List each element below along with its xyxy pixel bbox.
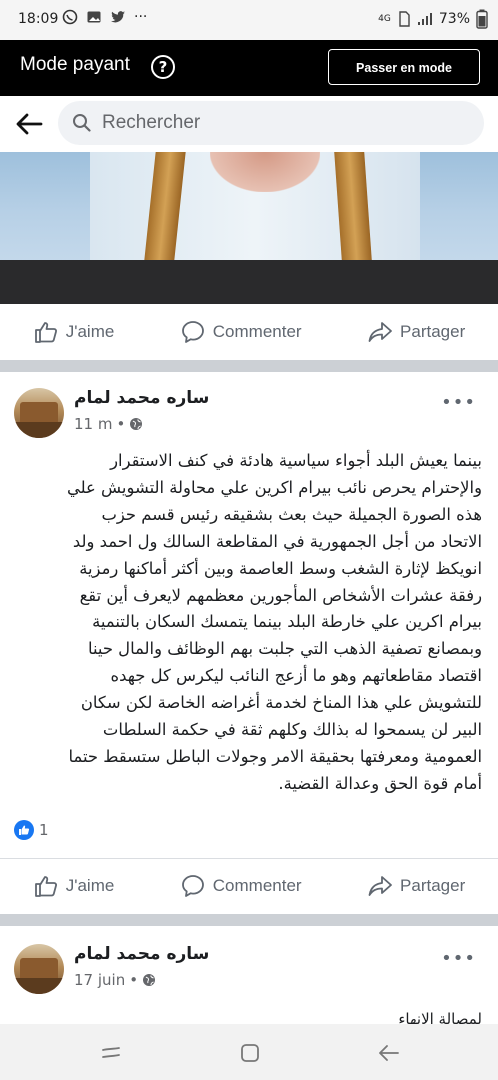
author-name[interactable]: ساره محمد لمام	[74, 388, 209, 408]
post-time[interactable]: 17 juin	[74, 971, 125, 989]
post-line: اقتصاد مقاطعاتهم وهو ما أزعج النائب ليكر…	[110, 666, 482, 686]
search-header: Rechercher	[0, 96, 498, 152]
post-line: أمام قوة الحق وعدالة القضية.	[278, 773, 482, 793]
post-meta: 11 m •	[74, 415, 143, 433]
post-line: بيرام اكرين علي خارطة البلد بينما يتمسك …	[92, 612, 482, 632]
post-line: العمومية ومعرفتها بحقيقة الامر وجولات ال…	[68, 746, 482, 766]
free-mode-button[interactable]: Passer en mode gratuit	[328, 49, 480, 109]
globe-icon	[130, 418, 143, 430]
post-header: ساره محمد لمام 11 m • •••	[0, 388, 498, 448]
share-button[interactable]: Partager	[367, 873, 465, 899]
like-reaction-icon	[14, 820, 34, 840]
back-arrow-icon[interactable]	[14, 109, 44, 139]
signal-icon	[417, 13, 432, 25]
gallery-icon	[87, 11, 101, 23]
search-icon	[73, 114, 91, 132]
comment-label: Commenter	[212, 322, 302, 341]
status-bar: 18:09 ··· 4G 73%	[0, 0, 498, 40]
comment-button[interactable]: Commenter	[180, 873, 302, 899]
recent-apps-icon[interactable]	[98, 1040, 124, 1066]
share-icon	[368, 876, 392, 896]
twitter-icon	[111, 11, 125, 23]
avatar[interactable]	[14, 944, 64, 994]
post-header: ساره محمد لمام 17 juin • •••	[0, 944, 498, 1004]
post-actions: J'aime Commenter Partager	[0, 860, 498, 912]
more-options-icon[interactable]: •••	[441, 392, 476, 413]
battery-icon	[476, 9, 488, 29]
search-placeholder: Rechercher	[102, 112, 201, 133]
post-line: وبمصانع تصفية الذهب التي جلبت بهم الوظائ…	[87, 639, 482, 659]
search-input[interactable]: Rechercher	[58, 101, 484, 145]
post-line: رفقة عشرات الأشخاص المأجورين معظمهم لايع…	[79, 585, 482, 605]
post-time[interactable]: 11 m	[74, 415, 112, 433]
post-line: بينما يعيش البلد أجواء سياسية هادئة في ك…	[110, 451, 482, 470]
thumbs-up-icon	[34, 876, 57, 897]
photo-dark-band	[0, 260, 498, 304]
like-label: J'aime	[65, 322, 115, 341]
share-label: Partager	[400, 322, 466, 341]
post-line: الاتحاد من أجل الجمهورية في المقاطعة الس…	[72, 531, 482, 551]
network-type: 4G	[378, 14, 391, 24]
like-button[interactable]: J'aime	[33, 873, 115, 899]
system-indicators: 4G 73%	[378, 9, 488, 29]
paid-mode-bar: Mode payant ? Passer en mode gratuit	[0, 40, 498, 109]
comment-button[interactable]: Commenter	[180, 319, 302, 345]
feed-divider	[0, 914, 498, 926]
comment-icon	[181, 875, 204, 897]
post-line: والإحترام يحرص نائب بيرام اكرين علي محاو…	[66, 477, 482, 497]
avatar[interactable]	[14, 388, 64, 438]
author-name[interactable]: ساره محمد لمام	[74, 944, 209, 964]
like-button[interactable]: J'aime	[33, 319, 115, 345]
clock: 18:09	[18, 11, 59, 27]
sim-icon	[399, 11, 410, 27]
share-button[interactable]: Partager	[367, 319, 465, 345]
whatsapp-icon	[62, 9, 78, 25]
home-icon[interactable]	[237, 1040, 263, 1066]
system-navigation-bar	[0, 1024, 498, 1080]
feed-divider	[0, 360, 498, 372]
post-meta: 17 juin •	[74, 971, 156, 989]
share-icon	[368, 322, 392, 342]
post-text: بينما يعيش البلد أجواء سياسية هادئة في ك…	[12, 448, 482, 798]
globe-icon	[143, 974, 156, 986]
mode-title: Mode payant	[20, 54, 130, 75]
share-label: Partager	[400, 876, 466, 895]
help-icon[interactable]: ?	[151, 55, 175, 79]
notification-icons: ···	[62, 9, 147, 25]
post-actions: J'aime Commenter Partager	[0, 306, 498, 358]
comment-label: Commenter	[212, 876, 302, 895]
post-line: البير لن يسمحوا له بذالك وكلهم ثقة في حك…	[102, 720, 482, 740]
post-line: هذه الصورة الجميلة حيث بعث بشقيقه رئيس ق…	[101, 504, 482, 524]
comment-icon	[181, 321, 204, 343]
more-notifications-icon: ···	[134, 9, 148, 25]
back-icon[interactable]	[376, 1040, 402, 1066]
post-photo[interactable]	[0, 152, 498, 304]
photo-neck	[210, 152, 320, 192]
more-options-icon[interactable]: •••	[441, 948, 476, 969]
actions-separator	[0, 858, 498, 859]
post-line: انويكظ لإثارة الشغب وسط العاصمة وبين أكث…	[79, 558, 482, 578]
post-line: للتشويش علي هذا المناخ لخدمة أغراضه الخا…	[80, 693, 482, 713]
thumbs-up-icon	[34, 322, 57, 343]
reaction-summary[interactable]: 1	[14, 820, 49, 840]
battery-percent: 73%	[438, 11, 470, 27]
reaction-count: 1	[39, 821, 49, 839]
like-label: J'aime	[65, 876, 115, 895]
